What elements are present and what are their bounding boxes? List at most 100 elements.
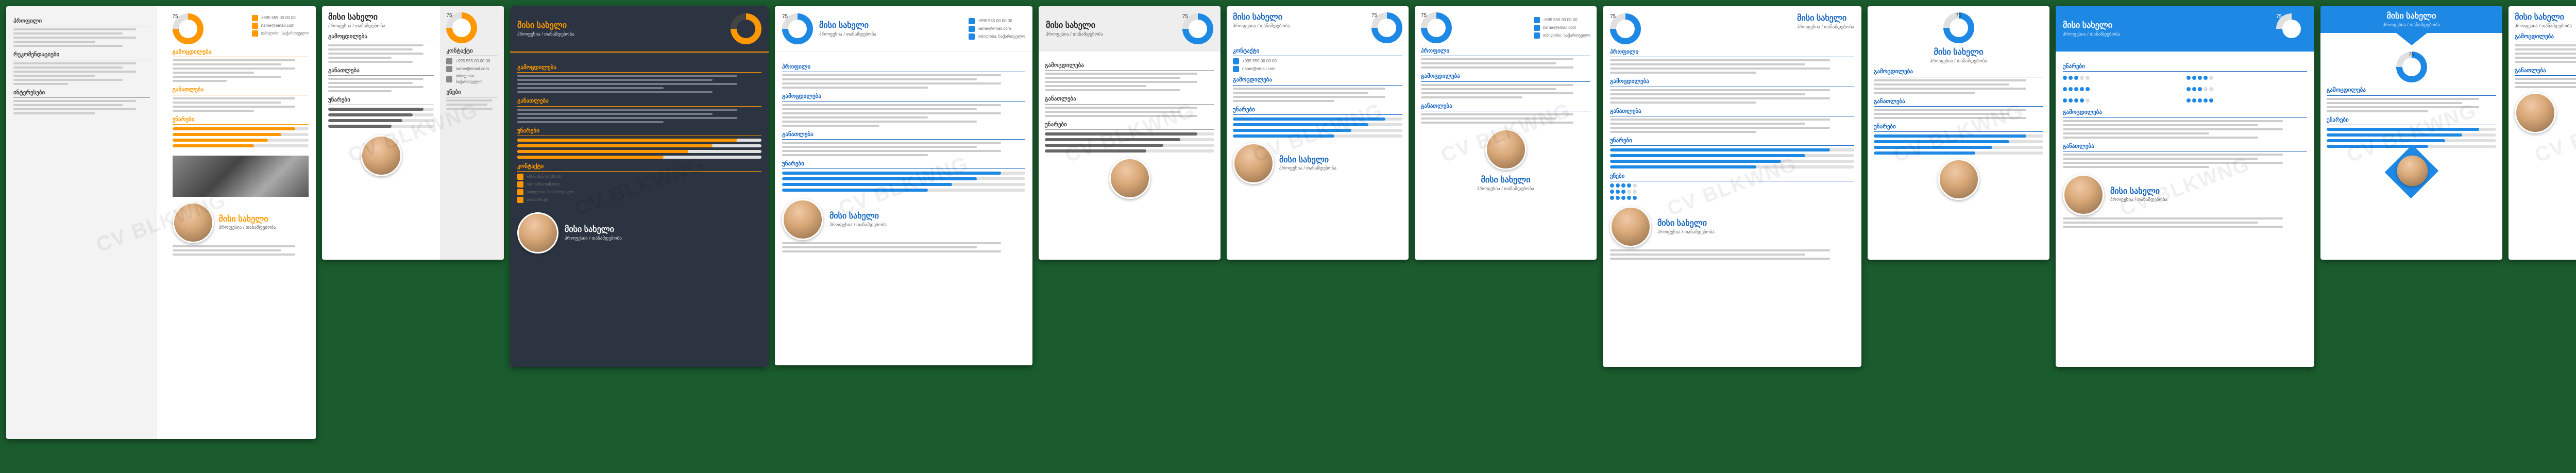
- donut-chart: 75: [2276, 13, 2307, 44]
- skill-bar: [782, 189, 1025, 192]
- contact-row: name@email.com: [446, 66, 498, 72]
- text-line: [2515, 44, 2576, 46]
- template-card-t06[interactable]: მისი სახელიპროფესია / თანამდებობა75კონტა…: [1227, 6, 1409, 260]
- section-heading-profile: პროფილი: [1421, 47, 1590, 56]
- skill-bar: [2327, 128, 2496, 131]
- text-line: [2515, 86, 2576, 88]
- text-line: [1874, 109, 2026, 111]
- template-card-t05[interactable]: მისი სახელიპროფესია / თანამდებობა75გამოც…: [1039, 6, 1221, 260]
- text-line: [173, 110, 255, 112]
- person-name: მისი სახელი: [2063, 21, 2120, 31]
- text-line: [782, 250, 1001, 252]
- section-heading-skills: უნარები: [517, 127, 761, 136]
- text-line: [1233, 100, 1334, 102]
- contact-text: თბილისი, საქართველო: [455, 74, 498, 85]
- text-line: [517, 109, 737, 111]
- contact-row: name@email.com: [1233, 66, 1402, 72]
- template-page: მისი სახელიპროფესია / თანამდებობა75გამოც…: [2320, 6, 2502, 260]
- text-line: [2327, 98, 2479, 100]
- dot-icon: [2069, 98, 2073, 103]
- contact-text: თბილისი, საქართველო: [261, 31, 309, 36]
- text-line: [1045, 81, 1197, 83]
- skill-bar-fill: [1233, 123, 1368, 126]
- skill-bar: [1233, 134, 1402, 138]
- section-heading-skills: უნარები: [2063, 63, 2307, 72]
- section-heading-experience: გამოცდილება: [782, 93, 1025, 102]
- skill-bar-fill: [517, 139, 737, 142]
- dot-icon: [2074, 87, 2078, 91]
- skill-bar-fill: [1045, 144, 1163, 147]
- template-card-t07[interactable]: 75+995 555 00 00 00name@email.comთბილისი…: [1415, 6, 1597, 260]
- name-block: მისი სახელიპროფესია / თანამდებობა: [2326, 11, 2497, 28]
- section-heading-profile: პროფილი: [1610, 48, 1854, 57]
- dot-icon: [1616, 190, 1620, 194]
- skill-bar: [1610, 148, 1854, 151]
- skill-bar-fill: [173, 139, 268, 142]
- text-line: [173, 72, 255, 74]
- dot-icon: [1627, 183, 1631, 188]
- name-block: მისი სახელიპროფესია / თანამდებობა: [1797, 13, 1854, 44]
- text-line: [328, 90, 392, 92]
- skill-bar: [1874, 146, 2043, 149]
- template-card-t02[interactable]: მისი სახელიპროფესია / თანამდებობაგამოცდი…: [322, 6, 504, 260]
- dot-icon: [2187, 98, 2191, 103]
- avatar: [361, 135, 402, 176]
- text-line: [1045, 85, 1146, 87]
- person-title: პროფესია / თანამდებობა: [2515, 23, 2576, 29]
- text-line: [1045, 107, 1197, 109]
- section-heading-references: რეკომენდაციები: [13, 51, 150, 60]
- section-heading-interests: ინტერესები: [13, 89, 150, 98]
- template-page: 75მისი სახელიპროფესია / თანამდებობაპროფი…: [1603, 6, 1861, 367]
- avatar: [2397, 156, 2428, 187]
- person-title: პროფესია / თანამდებობა: [517, 31, 574, 38]
- person-title: პროფესია / თანამდებობა: [2326, 22, 2497, 28]
- text-line: [328, 61, 413, 63]
- text-line: [1610, 123, 1805, 125]
- contact-text: თბილისი, საქართველო: [978, 34, 1025, 39]
- person-title: პროფესია / თანამდებობა: [829, 222, 887, 228]
- template-card-t10[interactable]: მისი სახელიპროფესია / თანამდებობა75უნარე…: [2056, 6, 2314, 367]
- text-line: [1610, 131, 1756, 133]
- photo-strip: [173, 156, 309, 197]
- text-line: [517, 117, 737, 119]
- contact-icon: [252, 23, 258, 29]
- text-line: [13, 28, 136, 30]
- section-heading-skills: უნარები: [1610, 137, 1854, 146]
- dots-row: [2063, 76, 2183, 80]
- text-line: [328, 78, 423, 80]
- dot-icon: [2209, 98, 2213, 103]
- text-line: [782, 108, 977, 110]
- section-heading-experience: გამოცდილება: [2327, 87, 2496, 95]
- text-line: [328, 44, 423, 46]
- text-line: [173, 80, 227, 82]
- text-line: [1874, 83, 2009, 86]
- text-line: [13, 83, 68, 85]
- person-name: მისი სახელი: [565, 225, 622, 235]
- person-name: მისი სახელი: [829, 211, 887, 222]
- template-card-t11[interactable]: მისი სახელიპროფესია / თანამდებობა75გამოც…: [2320, 6, 2502, 260]
- dots-row: [2187, 76, 2307, 80]
- template-card-t09[interactable]: 75მისი სახელიპროფესია / თანამდებობაგამოც…: [1868, 6, 2049, 260]
- section-heading-contact: კონტაქტი: [446, 47, 498, 56]
- template-card-t03[interactable]: მისი სახელიპროფესია / თანამდებობა75გამოც…: [510, 6, 769, 367]
- contact-text: name@email.com: [261, 23, 295, 28]
- skill-bar-fill: [328, 125, 392, 128]
- skill-bar-fill: [1045, 149, 1146, 153]
- skill-bar: [1233, 117, 1402, 121]
- template-card-t08[interactable]: 75მისი სახელიპროფესია / თანამდებობაპროფი…: [1603, 6, 1861, 367]
- template-page: მისი სახელიპროფესია / თანამდებობა75გამოც…: [510, 6, 769, 367]
- main-col: მისი სახელიპროფესია / თანამდებობაგამოცდი…: [322, 6, 440, 260]
- contact-row: name@email.com: [969, 26, 1025, 32]
- text-line: [2063, 132, 2209, 134]
- template-card-t04[interactable]: 75მისი სახელიპროფესია / თანამდებობა+995 …: [775, 6, 1032, 365]
- name-block: მისი სახელიპროფესია / თანამდებობა: [819, 21, 876, 37]
- skill-bar-fill: [1874, 146, 1992, 149]
- donut-chart: 75: [1943, 12, 1974, 43]
- template-card-t01[interactable]: პროფილირეკომენდაციებიინტერესები75+995 55…: [6, 6, 316, 439]
- contact-row: name@email.com: [517, 181, 761, 188]
- skill-bar: [517, 144, 761, 147]
- dots-row: [1610, 196, 1854, 200]
- template-card-t12[interactable]: მისი სახელიპროფესია / თანამდებობაგამოცდი…: [2509, 6, 2576, 260]
- section-heading-profile: პროფილი: [13, 18, 150, 26]
- text-line: [173, 63, 282, 65]
